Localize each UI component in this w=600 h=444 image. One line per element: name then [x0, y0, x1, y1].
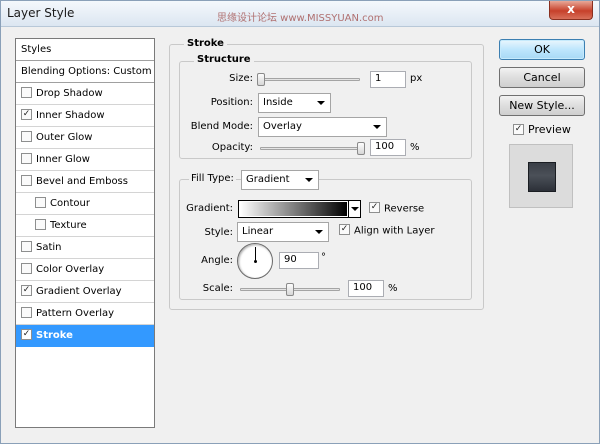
style-item-label: Satin [36, 242, 62, 253]
style-item-label: Outer Glow [36, 132, 93, 143]
new-style-button[interactable]: New Style... [499, 95, 585, 116]
chevron-down-icon [315, 230, 323, 234]
angle-label: Angle: [201, 255, 233, 266]
layer-style-dialog: Layer Style 思缘设计论坛 www.MISSYUAN.com x St… [0, 0, 600, 444]
angle-center [254, 260, 257, 263]
size-unit: px [410, 73, 423, 84]
angle-dial[interactable] [237, 243, 273, 279]
style-item-contour[interactable]: Contour [16, 193, 154, 215]
fill-type-label: Fill Type: [189, 173, 236, 184]
style-item-label: Contour [50, 198, 90, 209]
contour-checkbox[interactable] [35, 196, 46, 208]
close-button[interactable]: x [549, 1, 593, 20]
opacity-label: Opacity: [211, 142, 253, 153]
gradient-overlay-checkbox[interactable]: ✓ [21, 284, 32, 296]
styles-header[interactable]: Styles [16, 39, 154, 61]
stroke-section-title: Stroke [184, 38, 227, 49]
opacity-slider-track[interactable] [260, 147, 362, 150]
stroke-checkbox[interactable]: ✓ [21, 328, 32, 340]
preview-option[interactable]: ✓ Preview [513, 123, 571, 136]
cancel-button[interactable]: Cancel [499, 67, 585, 88]
size-slider-track[interactable] [260, 78, 360, 81]
style-item-label: Stroke [36, 330, 73, 341]
chevron-down-icon [317, 101, 325, 105]
style-item-outer-glow[interactable]: Outer Glow [16, 127, 154, 149]
scale-unit: % [388, 283, 398, 294]
style-label: Style: [204, 227, 234, 238]
reverse-label: Reverse [384, 203, 425, 215]
style-item-label: Inner Glow [36, 154, 90, 165]
texture-checkbox[interactable] [35, 218, 46, 230]
chevron-down-icon [373, 125, 381, 129]
opacity-unit: % [410, 142, 420, 153]
style-item-label: Drop Shadow [36, 88, 103, 99]
scale-slider-thumb[interactable] [286, 283, 294, 296]
style-item-label: Texture [50, 220, 87, 231]
position-label: Position: [210, 97, 253, 108]
pattern-overlay-checkbox[interactable] [21, 306, 32, 318]
style-item-bevel-emboss[interactable]: Bevel and Emboss [16, 171, 154, 193]
close-icon: x [567, 2, 575, 16]
color-overlay-checkbox[interactable] [21, 262, 32, 274]
watermark-text: 思缘设计论坛 www.MISSYUAN.com [217, 13, 384, 24]
style-item-label: Bevel and Emboss [36, 176, 128, 187]
inner-glow-checkbox[interactable] [21, 152, 32, 164]
chevron-down-icon [351, 207, 359, 211]
angle-unit: ° [321, 252, 326, 263]
size-slider-thumb[interactable] [257, 73, 265, 86]
align-with-layer-checkbox[interactable]: ✓ [339, 224, 350, 235]
gradient-preview[interactable] [240, 202, 347, 216]
preview-label: Preview [528, 123, 571, 136]
align-with-layer-option[interactable]: ✓ Align with Layer [339, 224, 435, 237]
gradient-dropdown-button[interactable] [348, 201, 360, 217]
opacity-slider-thumb[interactable] [357, 142, 365, 155]
size-label: Size: [229, 73, 253, 84]
style-item-pattern-overlay[interactable]: Pattern Overlay [16, 303, 154, 325]
gradient-picker[interactable] [238, 200, 361, 218]
style-item-satin[interactable]: Satin [16, 237, 154, 259]
preview-swatch [528, 162, 556, 192]
style-item-drop-shadow[interactable]: Drop Shadow [16, 83, 154, 105]
opacity-input[interactable]: 100 [370, 139, 406, 156]
fill-type-dropdown[interactable]: Gradient [241, 170, 319, 190]
style-item-texture[interactable]: Texture [16, 215, 154, 237]
outer-glow-checkbox[interactable] [21, 130, 32, 142]
gradient-label: Gradient: [186, 203, 233, 214]
dialog-bottom [1, 435, 599, 443]
chevron-down-icon [305, 178, 313, 182]
bevel-emboss-checkbox[interactable] [21, 174, 32, 186]
style-item-stroke[interactable]: ✓ Stroke [16, 325, 154, 347]
blend-mode-dropdown[interactable]: Overlay [258, 117, 387, 137]
style-item-inner-shadow[interactable]: ✓ Inner Shadow [16, 105, 154, 127]
style-item-color-overlay[interactable]: Color Overlay [16, 259, 154, 281]
style-item-gradient-overlay[interactable]: ✓ Gradient Overlay [16, 281, 154, 303]
size-input[interactable]: 1 [370, 71, 406, 88]
align-with-layer-label: Align with Layer [354, 225, 435, 237]
gradient-style-dropdown[interactable]: Linear [237, 222, 329, 242]
blending-options-item[interactable]: Blending Options: Custom [16, 61, 154, 83]
inner-shadow-checkbox[interactable]: ✓ [21, 108, 32, 120]
style-item-inner-glow[interactable]: Inner Glow [16, 149, 154, 171]
style-item-label: Inner Shadow [36, 110, 105, 121]
satin-checkbox[interactable] [21, 240, 32, 252]
angle-input[interactable]: 90 [279, 252, 319, 269]
style-item-label: Color Overlay [36, 264, 105, 275]
structure-title: Structure [194, 54, 254, 65]
reverse-checkbox[interactable]: ✓ [369, 202, 380, 213]
position-dropdown[interactable]: Inside [258, 93, 331, 113]
scale-label: Scale: [202, 283, 233, 294]
scale-input[interactable]: 100 [348, 280, 384, 297]
style-item-label: Gradient Overlay [36, 286, 122, 297]
preview-checkbox[interactable]: ✓ [513, 123, 524, 135]
style-item-label: Pattern Overlay [36, 308, 115, 319]
preview-thumbnail [509, 144, 573, 208]
blend-mode-label: Blend Mode: [190, 121, 253, 132]
ok-button[interactable]: OK [499, 39, 585, 60]
drop-shadow-checkbox[interactable] [21, 86, 32, 98]
reverse-option[interactable]: ✓ Reverse [369, 202, 425, 215]
title-bar[interactable]: Layer Style 思缘设计论坛 www.MISSYUAN.com x [1, 1, 599, 27]
styles-list: Styles Blending Options: Custom Drop Sha… [15, 38, 155, 428]
window-title: Layer Style [7, 6, 75, 20]
